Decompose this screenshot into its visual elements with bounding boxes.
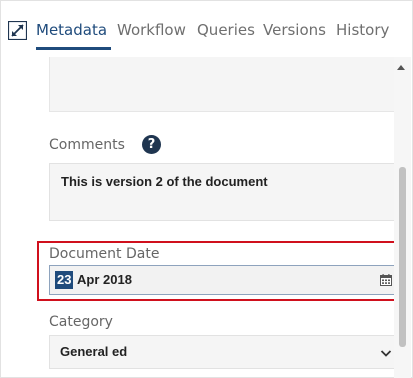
active-tab-indicator	[36, 47, 111, 50]
category-value: General ed	[60, 344, 128, 359]
chevron-down-icon[interactable]	[380, 347, 392, 359]
previous-field-input[interactable]	[49, 57, 406, 112]
date-day-selected[interactable]: 23	[55, 271, 74, 289]
category-select[interactable]: General ed	[49, 335, 406, 369]
comments-label: Comments	[49, 137, 125, 153]
help-icon[interactable]: ?	[142, 135, 161, 154]
comments-field[interactable]: This is version 2 of the document	[49, 163, 406, 221]
date-month-year: Apr 2018	[77, 272, 132, 287]
tab-metadata[interactable]: Metadata	[36, 20, 107, 40]
metadata-form: Comments ? This is version 2 of the docu…	[16, 57, 413, 378]
document-date-field[interactable]: 23 Apr 2018	[49, 265, 399, 295]
tab-queries[interactable]: Queries	[197, 20, 255, 40]
metadata-panel-frame: Metadata Workflow Queries Versions Histo…	[0, 0, 413, 378]
scroll-up-arrow-icon[interactable]	[397, 65, 405, 70]
tab-history[interactable]: History	[336, 20, 389, 40]
tab-workflow[interactable]: Workflow	[117, 20, 186, 40]
tab-bar: Metadata Workflow Queries Versions Histo…	[1, 1, 413, 57]
document-date-label: Document Date	[49, 246, 160, 262]
comments-value: This is version 2 of the document	[61, 174, 268, 189]
category-label: Category	[49, 314, 113, 330]
expand-icon[interactable]	[8, 21, 27, 40]
panel-scrollbar[interactable]	[394, 57, 411, 378]
calendar-icon[interactable]	[380, 274, 392, 286]
scrollbar-thumb[interactable]	[399, 167, 406, 347]
tab-versions[interactable]: Versions	[263, 20, 326, 40]
